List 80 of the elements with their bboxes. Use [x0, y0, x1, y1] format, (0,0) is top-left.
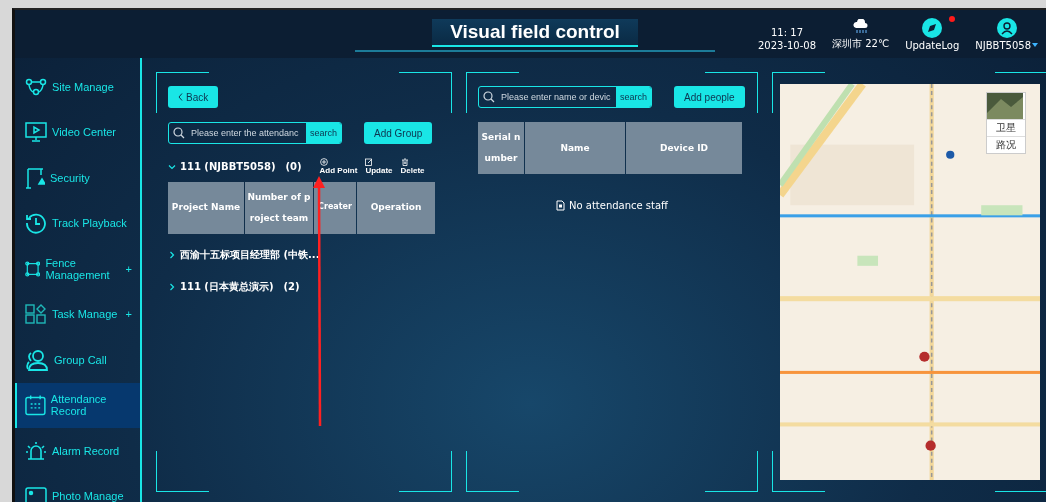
sidebar-label: Track Playback: [52, 217, 127, 230]
edit-icon: [365, 158, 374, 166]
corner-bracket: [399, 451, 452, 492]
corner-bracket: [705, 451, 758, 492]
caret-icon: [1032, 43, 1038, 47]
group-action-button[interactable]: Add Point: [319, 158, 358, 176]
group-action-button[interactable]: Update: [365, 158, 393, 176]
empty-message: No attendance staff: [569, 200, 668, 211]
trash-icon: [400, 158, 409, 166]
monitor-play-icon: [25, 122, 47, 143]
search-icon: [483, 91, 495, 103]
sidebar-item[interactable]: Video Center: [15, 109, 140, 155]
column-header: Device ID: [626, 122, 742, 174]
search-icon: [173, 127, 185, 139]
group-count: (0): [285, 161, 302, 173]
people-icon: [25, 348, 49, 371]
sidebar-label: Photo Manage: [52, 490, 124, 502]
sidebar-item[interactable]: Task Manage +: [15, 291, 140, 337]
apps-grid-icon: [25, 304, 47, 325]
page-title: Visual field control: [432, 19, 638, 47]
compass-icon[interactable]: [922, 17, 943, 38]
sidebar-item[interactable]: Fence Management +: [15, 246, 140, 292]
attendance-search-field[interactable]: Please enter the attendanc: [189, 128, 306, 138]
sidebar-item[interactable]: Alarm Record: [15, 428, 140, 474]
search-button[interactable]: search: [306, 123, 341, 143]
column-header: Serial n umber: [478, 122, 524, 174]
sidebar-label: Alarm Record: [52, 444, 120, 457]
clock-time: 11: 17: [771, 26, 803, 38]
square-frame-icon: [25, 258, 41, 279]
add-group-button[interactable]: Add Group: [364, 122, 433, 144]
corner-bracket: [156, 451, 209, 492]
sidebar-label: Fence Management: [45, 256, 111, 281]
group-count: (2): [283, 281, 300, 293]
search-button[interactable]: search: [616, 87, 651, 107]
username-text[interactable]: NJBBT5058: [975, 39, 1031, 51]
expand-mark: +: [125, 308, 133, 321]
column-header: Operation: [357, 181, 435, 234]
rain-cloud-icon: [851, 18, 870, 35]
sidebar-label: Security: [50, 171, 90, 184]
satellite-thumbnail-icon: [987, 93, 1023, 119]
sidebar-item[interactable]: Security: [15, 155, 140, 201]
group-action-button[interactable]: Delete: [400, 158, 425, 176]
sidebar-item[interactable]: Photo Manage: [15, 473, 140, 502]
sidebar-label: Group Call: [54, 353, 107, 366]
sidebar-label: Video Center: [52, 126, 116, 139]
nodes-icon: [25, 77, 47, 96]
update-log-link[interactable]: UpdateLog: [905, 39, 960, 51]
sidebar-item[interactable]: Attendance Record: [15, 382, 140, 428]
sidebar-item[interactable]: Track Playback: [15, 200, 140, 246]
map-layer-option[interactable]: 路况: [987, 136, 1025, 153]
document-icon: [556, 200, 565, 211]
plus-circle-icon: [319, 158, 328, 166]
corner-bracket: [466, 451, 519, 492]
add-people-button[interactable]: Add people: [674, 86, 745, 108]
history-icon: [25, 212, 47, 235]
date-text: 2023-10-08: [757, 39, 817, 51]
expand-mark: +: [125, 262, 133, 275]
sidebar-label: Attendance Record: [50, 393, 108, 418]
search-bar[interactable]: Please enter name or devic search: [478, 86, 652, 108]
siren-icon: [25, 440, 47, 461]
sidebar-label: Site Manage: [52, 80, 114, 93]
image-icon: [25, 487, 47, 502]
sidebar-label: Task Manage: [52, 308, 118, 321]
search-bar[interactable]: Please enter the attendanc search: [168, 122, 342, 144]
back-button[interactable]: Back: [168, 86, 219, 108]
weather-text: 深圳市 22℃: [832, 36, 890, 51]
sidebar-item[interactable]: Group Call: [15, 337, 140, 383]
map-layer-option[interactable]: 卫星: [987, 119, 1025, 136]
column-header: Name: [525, 122, 625, 174]
sidebar-item[interactable]: Site Manage: [15, 64, 140, 110]
chevron-left-icon: [178, 93, 183, 101]
user-avatar-icon[interactable]: [996, 17, 1017, 38]
calendar-icon: [25, 394, 46, 417]
group-name[interactable]: 111 (日本黄总演示): [180, 279, 274, 294]
corner-bracket: [399, 72, 452, 113]
crane-icon: [25, 166, 45, 189]
staff-search-field[interactable]: Please enter name or devic: [499, 92, 616, 102]
column-header: Project Name: [168, 181, 244, 234]
column-header: Number of p roject team: [245, 181, 313, 234]
group-name[interactable]: 111 (NJBBT5058): [180, 161, 276, 173]
